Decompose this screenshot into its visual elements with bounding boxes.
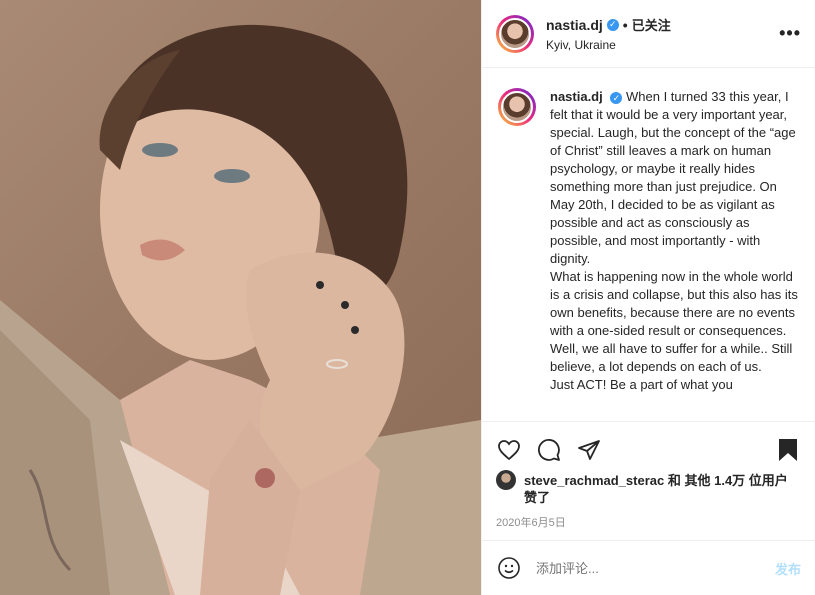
- add-comment-bar: 发布: [482, 540, 815, 595]
- author-info: nastia.dj ✓ • 已关注 Kyiv, Ukraine: [546, 15, 779, 53]
- post-comment-button[interactable]: 发布: [775, 559, 801, 578]
- post-side-panel: nastia.dj ✓ • 已关注 Kyiv, Ukraine ••• nast…: [481, 0, 815, 595]
- smiley-icon[interactable]: [496, 555, 522, 581]
- instagram-post: nastia.dj ✓ • 已关注 Kyiv, Ukraine ••• nast…: [0, 0, 815, 595]
- post-actions-area: steve_rachmad_sterac 和 其他 1.4万 位用户 赞了 20…: [482, 421, 815, 540]
- caption-body: nastia.dj ✓ When I turned 33 this year, …: [550, 88, 799, 394]
- post-photo[interactable]: [0, 0, 481, 595]
- post-date[interactable]: 2020年6月5日: [496, 514, 801, 530]
- likes-liked-label: 赞了: [524, 490, 551, 505]
- likes-and-label: 和: [667, 473, 681, 488]
- comment-input[interactable]: [536, 560, 775, 576]
- author-name-row: nastia.dj ✓ • 已关注: [546, 15, 779, 34]
- heart-icon[interactable]: [496, 437, 522, 463]
- caption-paragraph-3: Just ACT! Be a part of what you: [550, 377, 733, 392]
- likes-summary: steve_rachmad_sterac 和 其他 1.4万 位用户 赞了: [496, 470, 801, 506]
- liker-username[interactable]: steve_rachmad_sterac: [524, 473, 664, 488]
- caption: nastia.dj ✓ When I turned 33 this year, …: [498, 88, 799, 394]
- likes-text: steve_rachmad_sterac 和 其他 1.4万 位用户 赞了: [524, 472, 788, 506]
- paper-plane-icon[interactable]: [576, 437, 602, 463]
- caption-paragraph-2: What is happening now in the whole world…: [550, 269, 798, 374]
- comments-section: nastia.dj ✓ When I turned 33 this year, …: [482, 68, 815, 421]
- author-username[interactable]: nastia.dj: [546, 17, 603, 33]
- caption-avatar[interactable]: [498, 88, 536, 126]
- action-bar: [496, 430, 801, 470]
- likes-others-link[interactable]: 其他 1.4万 位用户: [684, 473, 787, 488]
- portrait-image: [0, 24, 481, 595]
- caption-paragraph-1: nastia.dj ✓ When I turned 33 this year, …: [550, 88, 799, 268]
- author-avatar[interactable]: [496, 14, 534, 53]
- liker-avatar[interactable]: [496, 470, 516, 490]
- following-button[interactable]: 已关注: [632, 15, 671, 34]
- verified-badge-icon: ✓: [610, 92, 623, 104]
- author-avatar-image: [499, 17, 531, 50]
- caption-avatar-image: [501, 91, 533, 123]
- comment-bubble-icon[interactable]: [536, 437, 562, 463]
- separator-dot: •: [622, 16, 628, 33]
- more-options-icon[interactable]: •••: [779, 23, 801, 44]
- bookmark-icon[interactable]: [775, 437, 801, 463]
- caption-text-1: When I turned 33 this year, I felt that …: [550, 89, 796, 266]
- caption-username[interactable]: nastia.dj: [550, 89, 603, 104]
- post-location[interactable]: Kyiv, Ukraine: [546, 38, 779, 52]
- post-header: nastia.dj ✓ • 已关注 Kyiv, Ukraine •••: [482, 0, 815, 68]
- verified-badge-icon: ✓: [606, 18, 619, 31]
